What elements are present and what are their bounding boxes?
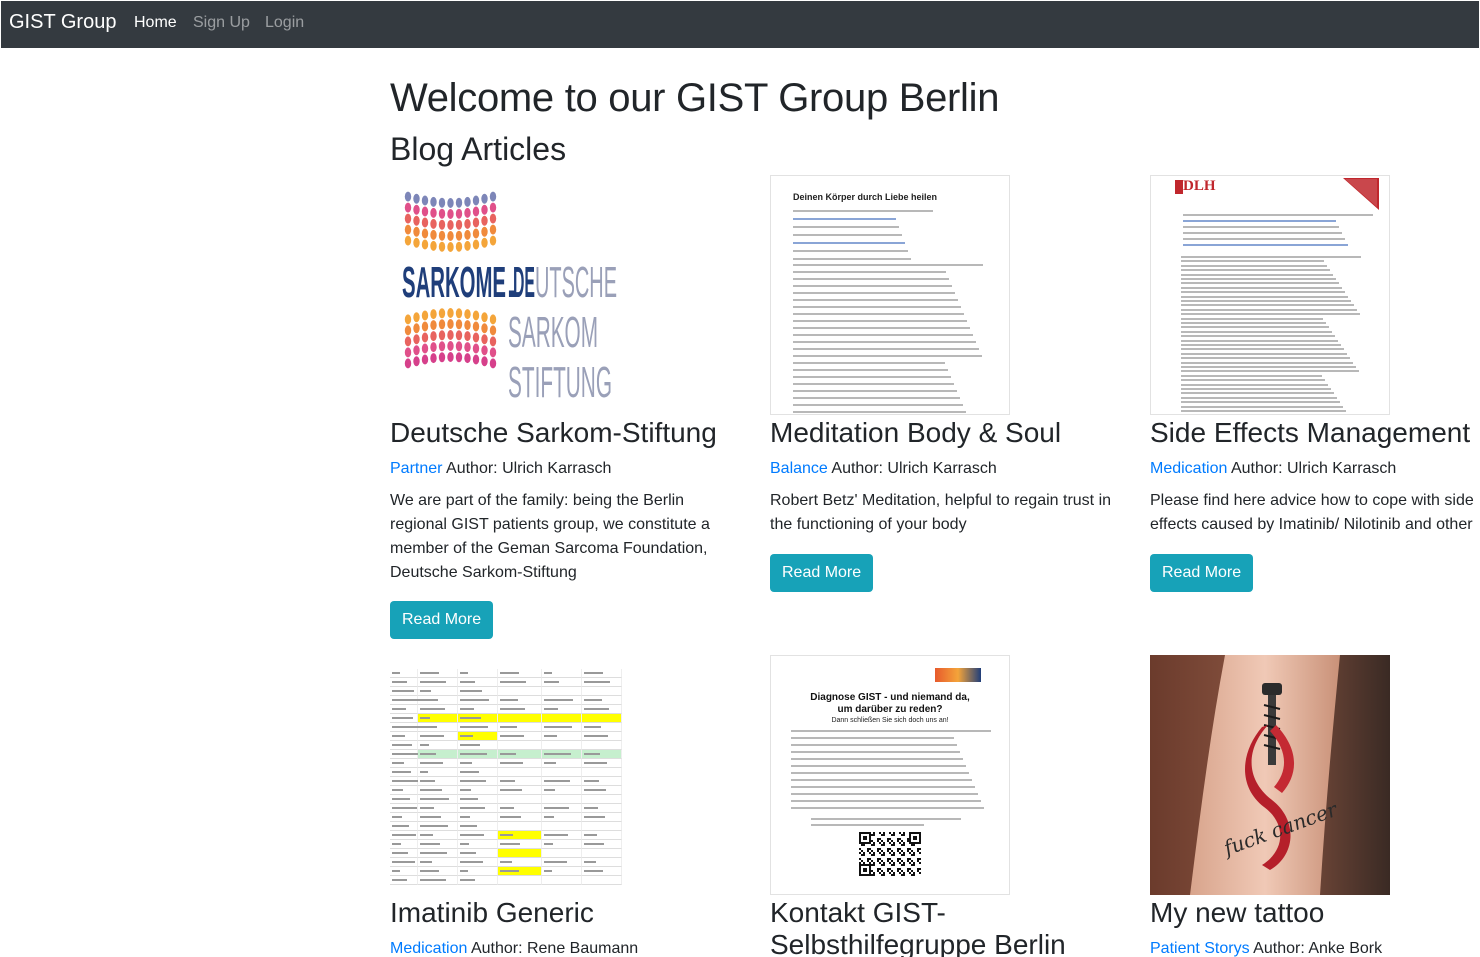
article-category-link[interactable]: Medication [1150, 460, 1227, 477]
article-author: Author: Ulrich Karrasch [1230, 460, 1397, 477]
logo-text-sarkome: SARKOME [402, 258, 506, 307]
flyer-heading-2: um darüber zu reden? [837, 704, 943, 715]
article-meta: Medication Author: Rene Baumann [390, 940, 638, 957]
flyer-heading-1: Diagnose GIST - und niemand da, [810, 692, 970, 703]
nav-link-signup[interactable]: Sign Up [193, 14, 250, 32]
article-category-link[interactable]: Balance [770, 460, 828, 477]
article-description: Robert Betz' Meditation, helpful to rega… [770, 492, 1112, 533]
article-author: Author: Ulrich Karrasch [831, 460, 997, 477]
svg-text:STIFTUNG: STIFTUNG [508, 358, 612, 407]
article-description: We are part of the family: being the Ber… [390, 492, 710, 581]
article-description: Please find here advice how to cope with… [1150, 492, 1474, 533]
article-category-link[interactable]: Partner [390, 460, 442, 477]
article-image-kontakt-flyer[interactable]: Diagnose GIST - und niemand da, um darüb… [770, 655, 1010, 895]
navbar-brand[interactable]: GIST Group [9, 11, 116, 34]
article-meta: Patient Storys Author: Anke Bork [1150, 940, 1382, 957]
flyer-subheading: Dann schließen Sie sich doch uns an! [831, 717, 949, 724]
article-title[interactable]: Side Effects Management [1150, 417, 1470, 449]
svg-text:UTSCHE: UTSCHE [535, 258, 617, 307]
nav-link-login[interactable]: Login [265, 14, 304, 32]
svg-text:DE: DE [513, 258, 535, 307]
article-image-meditation-doc[interactable]: Deinen Körper durch Liebe heilen [770, 175, 1010, 415]
read-more-button[interactable]: Read More [1150, 554, 1254, 592]
doc-logo: DLH [1183, 178, 1216, 194]
article-author: Author: Ulrich Karrasch [446, 460, 612, 477]
article-author: Author: Rene Baumann [470, 940, 639, 957]
article-title[interactable]: Deutsche Sarkom-Stiftung [390, 417, 717, 449]
article-image-side-effects-doc[interactable]: DLH [1150, 175, 1390, 415]
svg-text:SARKOM: SARKOM [508, 308, 598, 357]
article-image-spreadsheet[interactable] [390, 655, 630, 895]
article-title[interactable]: Meditation Body & Soul [770, 417, 1061, 449]
navbar: GIST Group Home Sign Up Login [1, 1, 1479, 48]
read-more-button[interactable]: Read More [770, 554, 874, 592]
article-image-tattoo-photo[interactable]: fuck cancer [1150, 655, 1390, 895]
article-author: Author: Anke Bork [1253, 940, 1383, 957]
nav-link-home[interactable]: Home [134, 14, 177, 32]
flyer-logo [935, 668, 981, 682]
article-meta: Partner Author: Ulrich Karrasch [390, 460, 611, 478]
read-more-button[interactable]: Read More [390, 601, 494, 639]
section-title: Blog Articles [390, 131, 567, 167]
article-category-link[interactable]: Medication [390, 940, 467, 957]
article-title-line-1[interactable]: Kontakt GIST- [770, 897, 946, 929]
doc-heading: Deinen Körper durch Liebe heilen [793, 192, 938, 202]
qr-code-icon [859, 832, 921, 876]
article-title[interactable]: My new tattoo [1150, 897, 1324, 929]
article-title-line-2[interactable]: Selbsthilfegruppe Berlin [770, 929, 1066, 957]
article-title[interactable]: Imatinib Generic [390, 897, 594, 929]
article-meta: Medication Author: Ulrich Karrasch [1150, 460, 1396, 478]
page-title: Welcome to our GIST Group Berlin [390, 76, 1000, 120]
article-category-link[interactable]: Patient Storys [1150, 940, 1250, 957]
article-meta: Balance Author: Ulrich Karrasch [770, 460, 997, 478]
article-image-sarkom-logo[interactable]: SARKOME . DE UTSCHE SARKOM STIFTUNG [390, 175, 630, 415]
